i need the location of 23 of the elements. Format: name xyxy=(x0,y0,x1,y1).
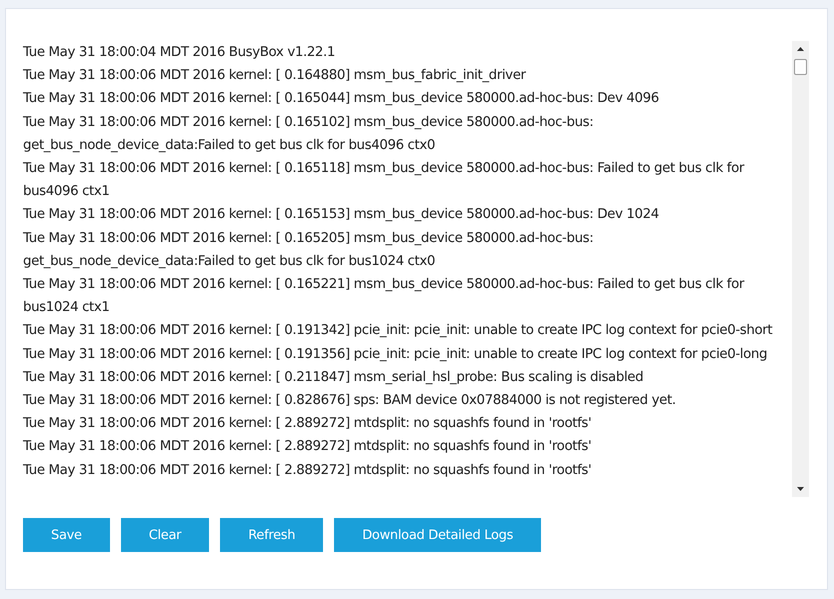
log-line: Tue May 31 18:00:06 MDT 2016 kernel: [ 0.164880] msm_bus_fabric_init_driver xyxy=(23,67,527,86)
log-line: Tue May 31 18:00:06 MDT 2016 kernel: [ 0.165153] msm_bus_device 580000.ad-hoc-bus: Dev 1024 xyxy=(23,206,660,224)
log-line: Tue May 31 18:00:06 MDT 2016 kernel: [ 0.165221] msm_bus_device 580000.ad-hoc-bus: Failed to get bus clk for bus1024 ctx1 xyxy=(23,276,746,318)
action-button[interactable]: Save xyxy=(23,518,110,552)
scroll-thumb[interactable] xyxy=(794,59,807,75)
scrollbar[interactable] xyxy=(792,41,809,497)
action-button[interactable]: Clear xyxy=(120,518,210,552)
action-button[interactable]: Download Detailed Logs xyxy=(334,518,542,552)
log-line: Tue May 31 18:00:06 MDT 2016 kernel: [ 0.165118] msm_bus_device 580000.ad-hoc-bus: Failed to get bus clk for bus4096 ctx1 xyxy=(23,160,746,202)
log-line: Tue May 31 18:00:06 MDT 2016 kernel: [ 2.889272] mtdsplit: no squashfs found in 'rootfs' xyxy=(23,462,592,480)
log-line: Tue May 31 18:00:04 MDT 2016 BusyBox v1.22.1 xyxy=(23,44,336,62)
scroll-up-icon[interactable] xyxy=(797,47,804,51)
log-line: Tue May 31 18:00:06 MDT 2016 kernel: [ 0.165205] msm_bus_device 580000.ad-hoc-bus: get_bus_node_device_data:Failed to get bus clk for bus1024 ctx0 xyxy=(23,230,594,271)
action-button[interactable]: Refresh xyxy=(220,518,324,552)
log-line: Tue May 31 18:00:06 MDT 2016 kernel: [ 0.165044] msm_bus_device 580000.ad-hoc-bus: Dev 4096 xyxy=(23,90,660,108)
log-line: Tue May 31 18:00:06 MDT 2016 kernel: [ 0.191342] pcie_init: pcie_init: unable to create IPC log context for pcie0-short xyxy=(23,322,774,340)
log-line: Tue May 31 18:00:06 MDT 2016 kernel: [ 0.191356] pcie_init: pcie_init: unable to create IPC log context for pcie0-long xyxy=(23,346,768,364)
log-line: Tue May 31 18:00:06 MDT 2016 kernel: [ 0.165102] msm_bus_device 580000.ad-hoc-bus: get_bus_node_device_data:Failed to get bus clk for bus4096 ctx0 xyxy=(23,114,594,155)
scroll-down-icon[interactable] xyxy=(797,487,804,491)
log-line: Tue May 31 18:00:06 MDT 2016 kernel: [ 2.889272] mtdsplit: no squashfs found in 'rootfs' xyxy=(23,438,592,456)
log-line: Tue May 31 18:00:06 MDT 2016 kernel: [ 0.211847] msm_serial_hsl_probe: Bus scaling is disabled xyxy=(23,368,644,387)
log-line: Tue May 31 18:00:06 MDT 2016 kernel: [ 0.828676] sps: BAM device 0x07884000 is not registered yet. xyxy=(23,392,677,410)
log-line: Tue May 31 18:00:06 MDT 2016 kernel: [ 2.889272] mtdsplit: no squashfs found in 'rootfs' xyxy=(23,415,592,434)
